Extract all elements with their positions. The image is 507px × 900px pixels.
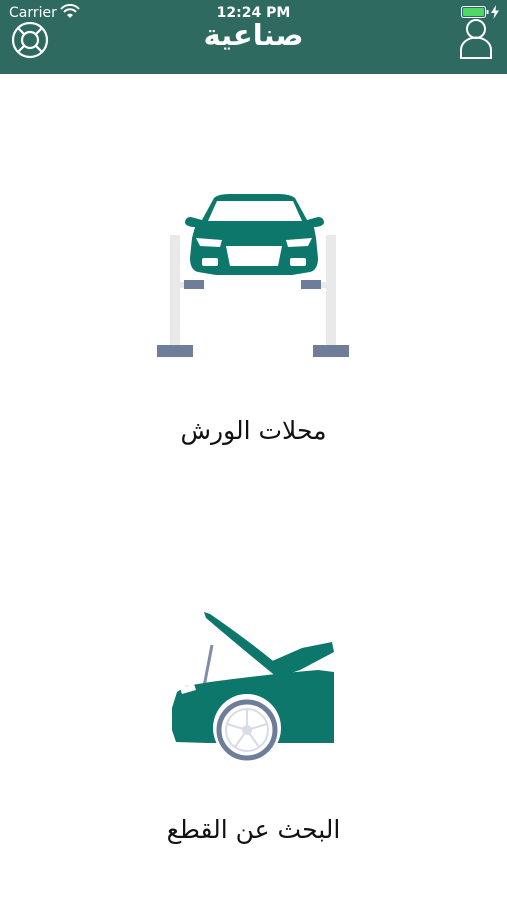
parts-search-label: البحث عن القطع [166,815,341,844]
app-header: Carrier 12:24 PM صناعية [0,0,507,74]
lifebuoy-icon[interactable] [10,20,50,60]
menu-item-parts-search[interactable]: البحث عن القطع [0,600,507,860]
user-icon[interactable] [458,16,494,60]
menu-item-workshops[interactable]: محلات الورش [0,180,507,460]
workshops-label: محلات الورش [180,416,327,445]
page-title: صناعية [203,18,304,52]
car-lift-icon [157,194,349,357]
car-hood-open-icon [172,612,334,762]
